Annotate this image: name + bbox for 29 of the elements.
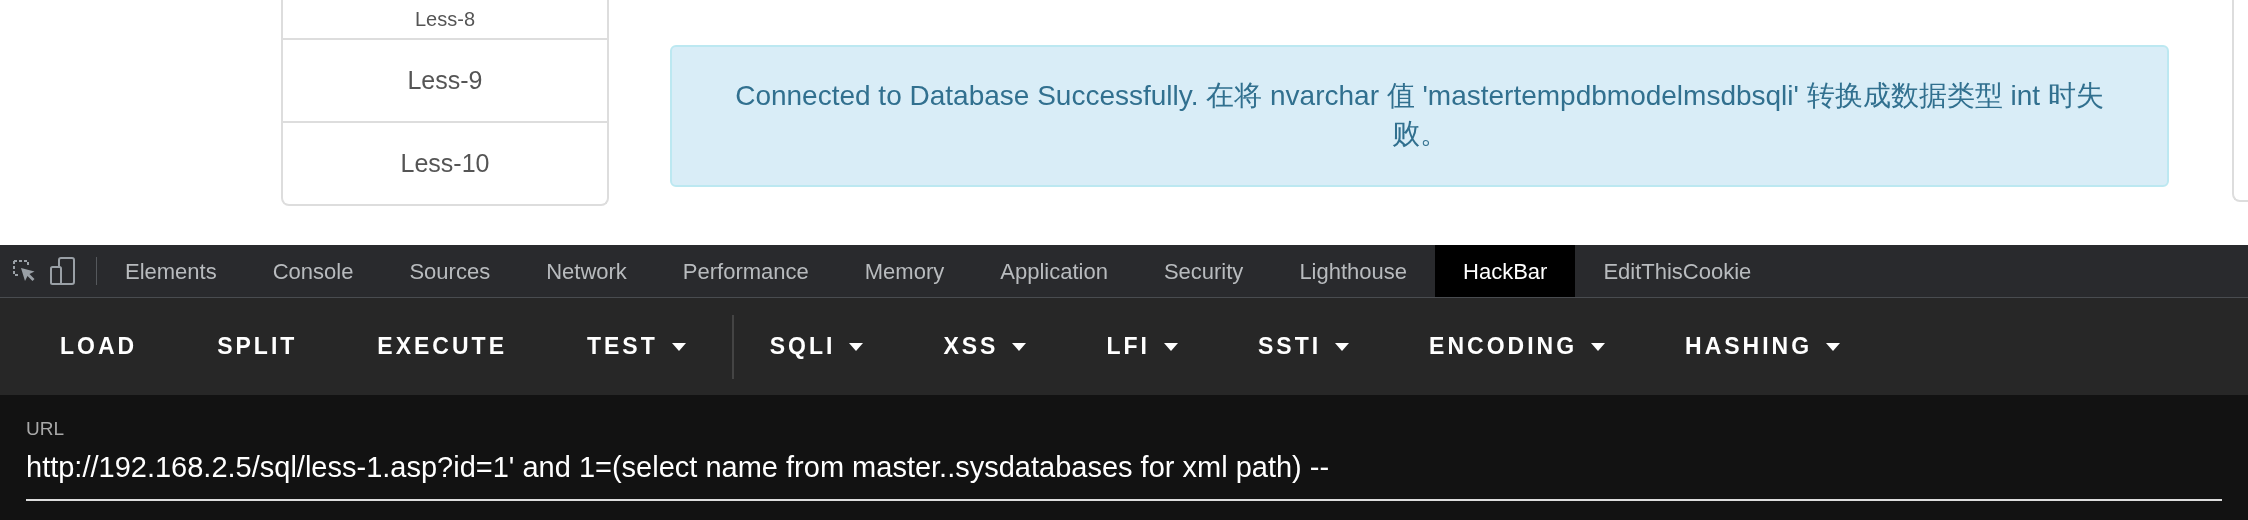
dropdown-button[interactable]: ENCODING (1405, 319, 1630, 374)
devtools-tab[interactable]: Console (244, 245, 382, 297)
dropdown-button[interactable]: SQLI (745, 319, 888, 374)
devtools-tab[interactable]: Elements (97, 245, 245, 297)
url-label: URL (26, 417, 64, 441)
lesson-item[interactable]: Less-9 (283, 38, 607, 121)
dropdown-button[interactable]: TEST (563, 319, 710, 374)
devtools-tab[interactable]: EditThisCookie (1575, 245, 1780, 297)
dropdown-button[interactable]: HASHING (1661, 319, 1865, 374)
devtools-tab[interactable]: Lighthouse (1271, 245, 1436, 297)
dropdown-button[interactable]: SSTI (1233, 319, 1374, 374)
devtools-tab[interactable]: Security (1135, 245, 1272, 297)
devtools-tab[interactable]: Application (972, 245, 1136, 297)
lesson-item[interactable]: Less-10 (283, 121, 607, 204)
dropdown-button[interactable]: XSS (919, 319, 1051, 374)
toolbar-button[interactable]: LOAD (36, 319, 162, 374)
device-icon[interactable] (50, 257, 76, 285)
toolbar-button[interactable]: SPLIT (193, 319, 322, 374)
devtools-tab[interactable]: Performance (654, 245, 837, 297)
url-panel[interactable]: URL http://192.168.2.5/sql/less-1.asp?id=1' and 1=(select name from master..sysdatabases for xml path) -- (0, 395, 2248, 520)
dropdown-button[interactable]: LFI (1082, 319, 1202, 374)
alert-message: Connected to Database Successfully. 在将 nvarchar 值 'mastertempdbmodelmsdbsqli' 转换成数据类型 int 时失败。 (670, 45, 2169, 187)
inspect-icon[interactable] (12, 259, 36, 283)
toolbar-button[interactable]: EXECUTE (353, 319, 531, 374)
devtools-tab[interactable]: Memory (836, 245, 973, 297)
devtools-tab[interactable]: HackBar (1435, 245, 1576, 297)
devtools-tab[interactable]: Sources (381, 245, 519, 297)
lesson-item[interactable]: Less-8 (283, 0, 607, 38)
devtools-tab[interactable]: Network (518, 245, 655, 297)
